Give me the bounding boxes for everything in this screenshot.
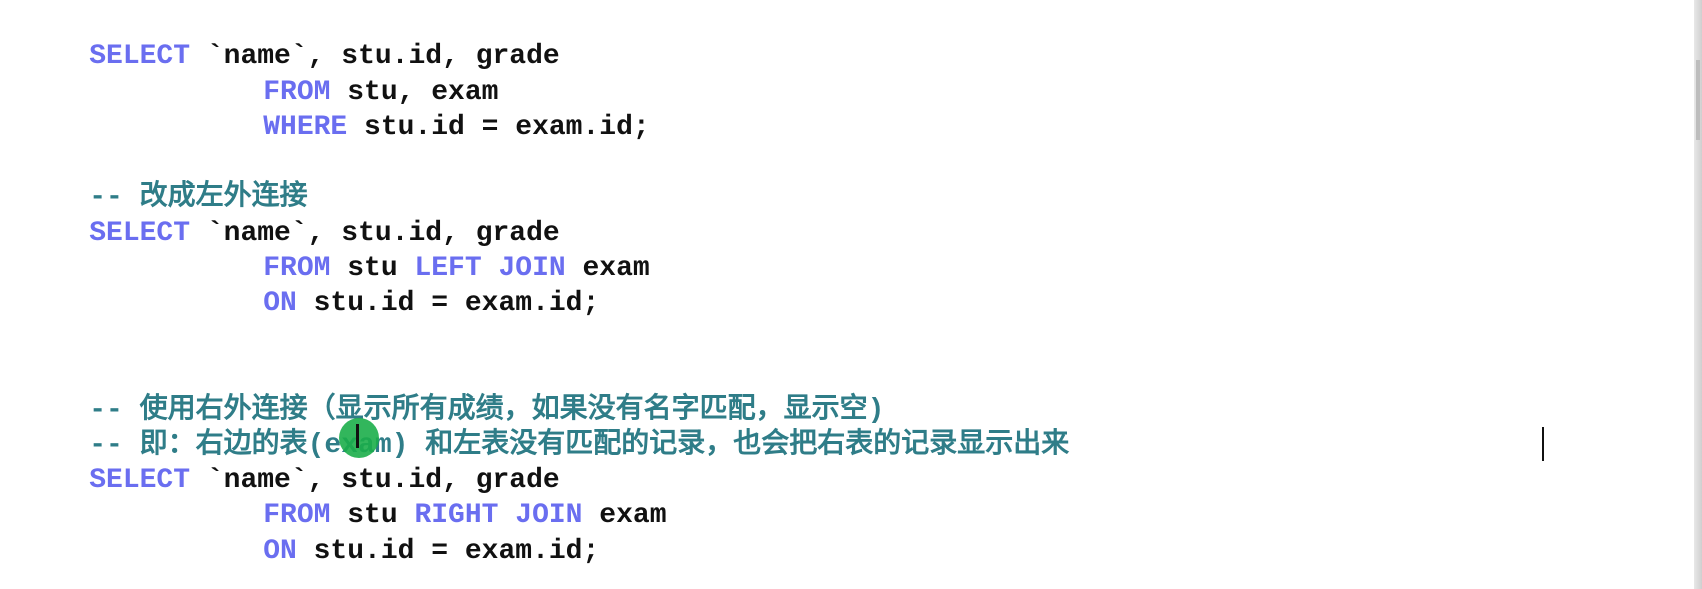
sql-text: stu.id = exam.id; <box>296 536 600 567</box>
code-line-comment[interactable]: -- 即：右边的表(exam) 和左表没有匹配的记录，也会把右表的记录显示出来 <box>22 395 1069 461</box>
code-line-7[interactable]: SELECT `name`, stu.id, grade <box>22 430 560 496</box>
sql-keyword: ON <box>263 536 297 567</box>
code-line-4[interactable]: SELECT `name`, stu.id, grade <box>22 183 560 249</box>
code-line-5[interactable]: FROM stu LEFT JOIN exam <box>22 218 649 284</box>
code-line-6[interactable]: ON stu.id = exam.id; <box>22 253 599 319</box>
sql-keyword: ON <box>263 288 297 319</box>
code-line-comment[interactable]: -- 改成左外连接 <box>22 147 307 213</box>
ibeam-cursor-icon <box>356 424 359 448</box>
scrollbar-thumb[interactable] <box>1696 60 1700 140</box>
text-cursor <box>1542 427 1544 461</box>
code-line-9[interactable]: ON stu.id = exam.id; <box>22 501 599 567</box>
code-line-comment[interactable]: -- 使用右外连接（显示所有成绩，如果没有名字匹配，显示空) <box>22 360 884 426</box>
code-line-3[interactable]: WHERE stu.id = exam.id; <box>22 77 649 143</box>
code-editor[interactable]: SELECT `name`, stu.id, grade FROM stu, e… <box>0 0 1702 589</box>
code-line-2[interactable]: FROM stu, exam <box>22 42 498 108</box>
sql-keyword: WHERE <box>263 112 348 143</box>
sql-text: stu.id = exam.id; <box>347 112 650 143</box>
code-line-1[interactable]: SELECT `name`, stu.id, grade <box>22 6 560 72</box>
vertical-scrollbar[interactable] <box>1694 0 1702 589</box>
sql-text: stu.id = exam.id; <box>296 288 600 319</box>
mouse-pointer-highlight <box>339 418 379 458</box>
code-line-8[interactable]: FROM stu RIGHT JOIN exam <box>22 465 666 531</box>
